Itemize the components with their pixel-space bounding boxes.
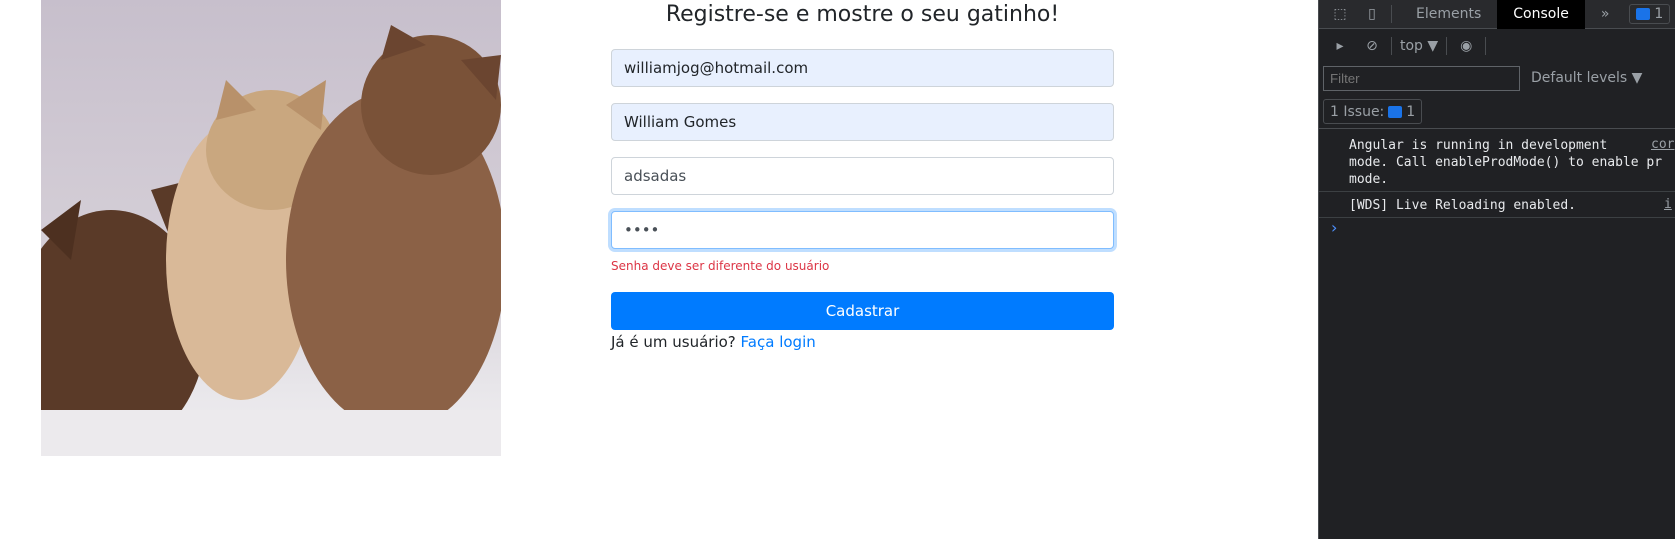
console-message: Angular is running in development mode. …: [1319, 134, 1675, 192]
eye-icon[interactable]: ◉: [1455, 36, 1477, 56]
context-select[interactable]: top ▼: [1400, 38, 1438, 54]
sidebar-toggle-icon[interactable]: ▸: [1329, 36, 1351, 56]
kittens-image: [41, 25, 501, 456]
divider: [1391, 37, 1392, 55]
login-prompt-text: Já é um usuário?: [611, 333, 736, 351]
page-title: Registre-se e mostre o seu gatinho!: [665, 2, 1060, 27]
issues-badge-count: 1: [1654, 6, 1664, 22]
more-tabs-button[interactable]: »: [1585, 0, 1626, 29]
divider: [1485, 37, 1487, 55]
console-toolbar: ▸ ⊘ top ▼ ◉: [1319, 30, 1675, 62]
tab-elements[interactable]: Elements: [1400, 0, 1497, 29]
inspect-icon[interactable]: ⬚: [1329, 4, 1351, 24]
kittens-photo: [41, 0, 501, 456]
issues-badge-button[interactable]: 1: [1629, 4, 1671, 24]
issues-count: 1: [1406, 103, 1416, 120]
email-input[interactable]: [611, 49, 1114, 87]
message-source-link[interactable]: cor: [1651, 137, 1674, 152]
full-name-input[interactable]: [611, 103, 1114, 141]
tab-console[interactable]: Console: [1497, 0, 1585, 29]
devtools-panel: ⬚ ▯ Elements Console » 1 ▸ ⊘ top ▼ ◉ Def…: [1318, 0, 1675, 539]
console-prompt[interactable]: ›: [1331, 218, 1337, 237]
password-error: Senha deve ser diferente do usuário: [611, 259, 830, 273]
divider: [1391, 5, 1392, 23]
clear-console-icon[interactable]: ⊘: [1361, 36, 1383, 56]
message-icon: [1388, 105, 1403, 118]
devtools-tabbar: ⬚ ▯ Elements Console » 1: [1319, 0, 1675, 29]
login-prompt: Já é um usuário? Faça login: [611, 333, 816, 351]
password-input[interactable]: [611, 211, 1114, 249]
divider: [1446, 37, 1448, 55]
username-input[interactable]: [611, 157, 1114, 195]
message-icon: [1636, 8, 1651, 20]
device-toggle-icon[interactable]: ▯: [1361, 4, 1383, 24]
issues-label: 1 Issue:: [1330, 103, 1385, 120]
issues-button[interactable]: 1 Issue: 1: [1323, 99, 1423, 124]
console-message: [WDS] Live Reloading enabled.: [1319, 194, 1675, 218]
message-source-link[interactable]: i: [1664, 197, 1672, 212]
console-filter-input[interactable]: [1323, 66, 1520, 91]
login-link[interactable]: Faça login: [741, 333, 816, 351]
log-levels-select[interactable]: Default levels ▼: [1531, 70, 1642, 86]
submit-button[interactable]: Cadastrar: [611, 292, 1114, 330]
